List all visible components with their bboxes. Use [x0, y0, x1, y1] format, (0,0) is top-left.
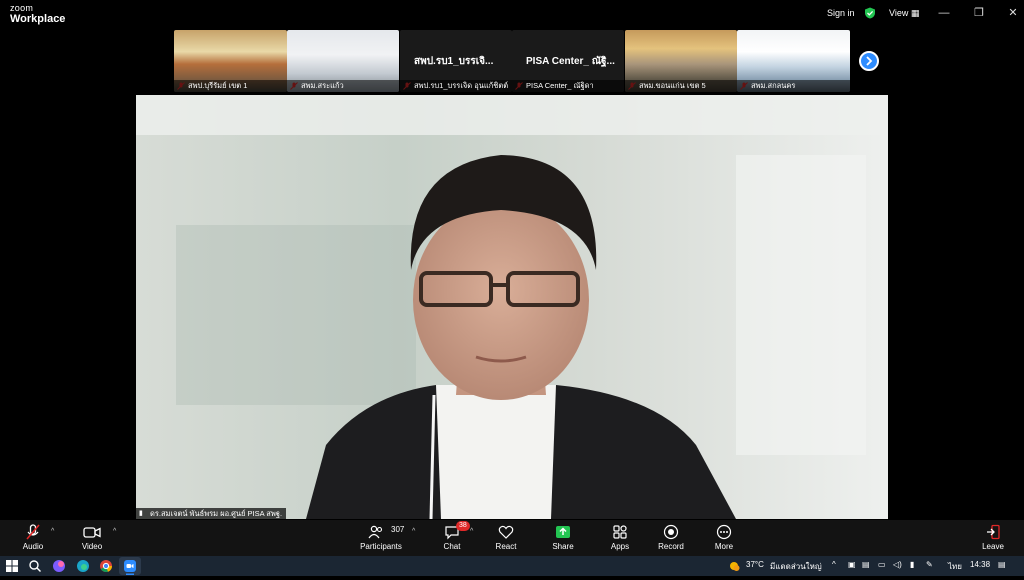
close-icon[interactable]: ✕: [1006, 6, 1020, 20]
record-button[interactable]: Record: [646, 524, 696, 551]
muted-mic-icon: [26, 524, 40, 540]
video-tile[interactable]: สพป.รบ1_บรรเจิ... สพป.รบ1_บรรเจิด อุนแก้…: [400, 30, 512, 92]
notifications-icon[interactable]: ▤: [998, 560, 1006, 569]
video-tile[interactable]: สพป.บุรีรัมย์ เขต 1: [174, 30, 287, 92]
video-tile[interactable]: สพม.ขอนแก่น เขต 5: [625, 30, 737, 92]
edge-browser-icon[interactable]: [76, 558, 90, 574]
grid-icon: ▦: [910, 8, 920, 18]
minimize-icon[interactable]: —: [937, 6, 951, 20]
more-options-icon: [716, 524, 732, 540]
restore-icon[interactable]: ❐: [972, 6, 986, 20]
heart-icon: [498, 525, 514, 539]
video-button[interactable]: Video: [67, 524, 117, 551]
apps-icon: [613, 525, 627, 539]
windows-taskbar: 37°C มีแดดส่วนใหญ่ ^ ▣ ▤ ▭ ◁) ▮ ✎ ไทย 14…: [0, 556, 1024, 576]
speaker-name-label: ▮ ดร.สมเจตน์ พันธ์พรม ผอ.ศูนย์ PISA สพฐ.: [136, 508, 287, 520]
record-label: Record: [658, 542, 684, 551]
sign-in-link[interactable]: Sign in: [827, 8, 855, 18]
share-button[interactable]: Share: [538, 524, 588, 551]
copilot-icon[interactable]: [52, 558, 66, 574]
leave-label: Leave: [982, 542, 1004, 551]
weather-description[interactable]: มีแดดส่วนใหญ่: [770, 560, 822, 573]
windows-start-icon[interactable]: [5, 558, 19, 574]
speaker-video-frame: [136, 95, 888, 519]
tile-label: สพป.รบ1_บรรเจิด อุนแก้ชิตต์: [400, 80, 512, 92]
active-speaker-video[interactable]: [136, 95, 888, 519]
chrome-browser-icon[interactable]: [99, 558, 113, 574]
share-screen-icon: [556, 526, 570, 538]
zoom-logo: zoom Workplace: [10, 4, 65, 25]
view-label: View: [889, 8, 909, 18]
tray-app-icon[interactable]: ▤: [862, 560, 870, 569]
more-label: More: [714, 542, 734, 551]
audio-label: Audio: [22, 542, 44, 551]
apps-button[interactable]: Apps: [595, 524, 645, 551]
brand-bottom: Workplace: [10, 13, 66, 25]
show-hidden-icons-chevron-icon[interactable]: ^: [832, 560, 836, 569]
audio-options-chevron-icon[interactable]: ^: [51, 528, 54, 535]
mic-tray-icon[interactable]: ▮: [910, 560, 914, 569]
video-tile[interactable]: สพม.สกลนคร: [737, 30, 850, 92]
leave-button[interactable]: Leave: [968, 524, 1018, 551]
pen-tray-icon[interactable]: ✎: [926, 560, 933, 569]
tray-app-icon[interactable]: ▣: [848, 560, 856, 569]
speaker-volume-icon[interactable]: ◁): [893, 560, 902, 569]
weather-sun-icon: [730, 562, 740, 571]
security-shield-icon[interactable]: [864, 7, 876, 19]
speaker-name: ดร.สมเจตน์ พันธ์พรม ผอ.ศูนย์ PISA สพฐ.: [150, 509, 283, 518]
chat-label: Chat: [443, 542, 461, 551]
apps-label: Apps: [610, 542, 630, 551]
participants-icon: [368, 525, 383, 539]
participants-options-chevron-icon[interactable]: ^: [412, 528, 415, 535]
tile-name-display: สพป.รบ1_บรรเจิ...: [414, 56, 494, 67]
video-tile[interactable]: PISA Center_ ณัฐิ... PISA Center_ ณัฐิดา: [512, 30, 624, 92]
share-label: Share: [552, 542, 574, 551]
tile-label: สพม.ขอนแก่น เขต 5: [625, 80, 737, 92]
input-language[interactable]: ไทย: [948, 560, 962, 573]
clock-time[interactable]: 14:38: [970, 560, 990, 569]
participants-button[interactable]: 307 Participants: [356, 524, 406, 551]
chevron-right-icon: [866, 56, 873, 66]
title-bar: zoom Workplace Sign in View ▦ — ❐ ✕: [0, 0, 1024, 28]
brand-top: zoom: [10, 3, 34, 13]
more-button[interactable]: More: [699, 524, 749, 551]
chat-unread-badge: 38: [456, 521, 470, 531]
video-camera-icon: [83, 527, 101, 538]
video-tile[interactable]: สพม.สระแก้ว: [287, 30, 399, 92]
participants-label: Participants: [360, 542, 402, 551]
next-page-button[interactable]: [859, 51, 879, 71]
zoom-app-icon: [124, 560, 136, 575]
record-icon: [663, 524, 679, 540]
tile-label: PISA Center_ ณัฐิดา: [512, 80, 624, 92]
chat-options-chevron-icon[interactable]: ^: [470, 528, 473, 535]
view-button[interactable]: View ▦: [889, 8, 919, 19]
react-button[interactable]: React: [481, 524, 531, 551]
weather-temperature[interactable]: 37°C: [746, 560, 764, 569]
search-icon[interactable]: [28, 558, 42, 574]
meeting-toolbar: Audio ^ Video ^ 307 Participants ^ 38 Ch…: [0, 520, 1024, 556]
tile-label: สพม.สกลนคร: [737, 80, 850, 92]
leave-door-icon: [987, 524, 1000, 540]
signal-icon: ▮: [139, 510, 143, 517]
video-label: Video: [81, 542, 103, 551]
video-options-chevron-icon[interactable]: ^: [113, 528, 116, 535]
tile-label: สพม.สระแก้ว: [287, 80, 399, 92]
zoom-taskbar-app[interactable]: [119, 557, 141, 575]
tile-label: สพป.บุรีรัมย์ เขต 1: [174, 80, 287, 92]
network-icon[interactable]: ▭: [878, 560, 886, 569]
participants-count: 307: [391, 525, 405, 534]
react-label: React: [495, 542, 517, 551]
tile-name-display: PISA Center_ ณัฐิ...: [526, 56, 615, 67]
